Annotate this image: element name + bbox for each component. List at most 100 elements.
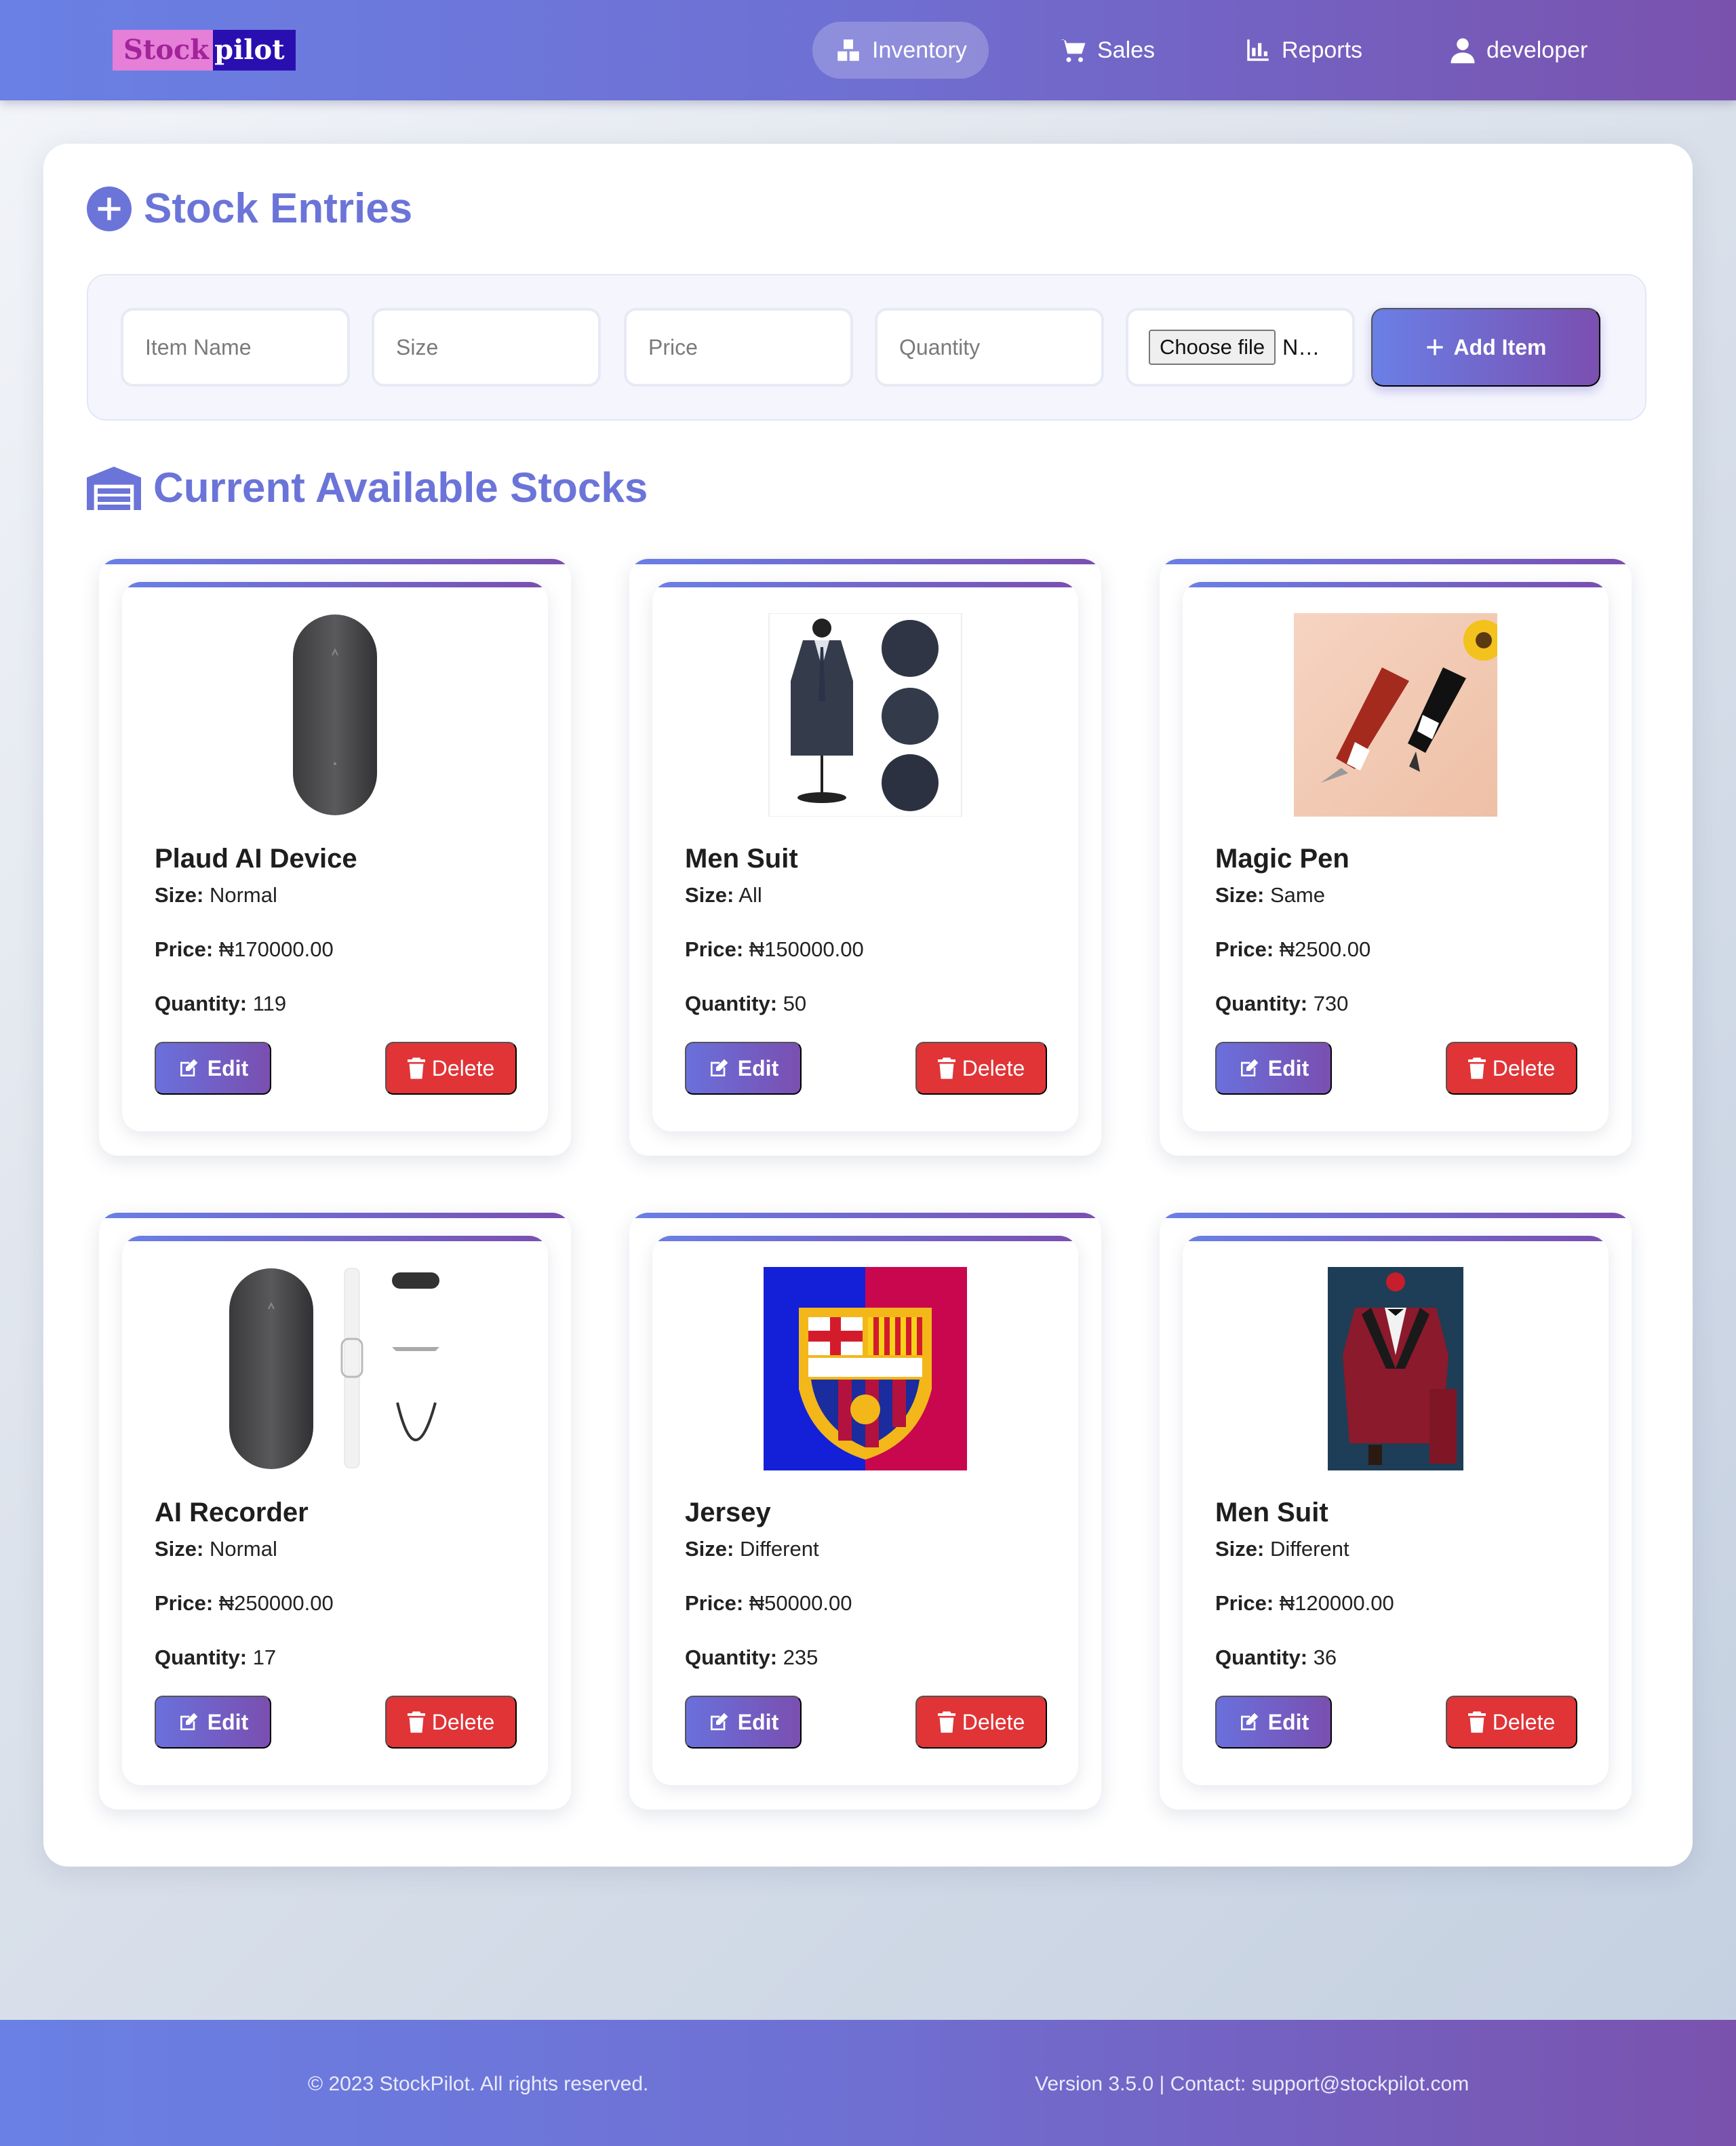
edit-icon — [710, 1713, 728, 1730]
edit-label: Edit — [737, 1709, 779, 1734]
edit-label: Edit — [207, 1709, 249, 1734]
quantity-label: Quantity: — [1215, 992, 1308, 1015]
price-label: Price: — [1215, 937, 1274, 961]
item-name-field[interactable] — [121, 308, 350, 387]
plus-circle-icon — [87, 186, 132, 231]
edit-label: Edit — [737, 1055, 779, 1080]
item-size: Size: Different — [1215, 1537, 1349, 1561]
stock-card: Men Suit Size: All Price: ₦150000.00 Qua… — [629, 559, 1101, 1156]
delete-button[interactable]: Delete — [1446, 1696, 1577, 1749]
stock-card: Men Suit Size: Different Price: ₦120000.… — [1160, 1213, 1632, 1810]
item-quantity: Quantity: 730 — [1215, 992, 1348, 1016]
quantity-input[interactable] — [899, 334, 1080, 360]
nav-reports[interactable]: Reports — [1244, 22, 1362, 79]
price-value: ₦120000.00 — [1279, 1591, 1394, 1615]
item-quantity: Quantity: 119 — [155, 992, 286, 1016]
stock-card: AI Recorder Size: Normal Price: ₦250000.… — [99, 1213, 571, 1810]
footer: © 2023 StockPilot. All rights reserved. … — [0, 2020, 1736, 2146]
footer-copyright: © 2023 StockPilot. All rights reserved. — [308, 2073, 649, 2095]
item-name: Men Suit — [685, 844, 798, 874]
edit-button[interactable]: Edit — [1215, 1696, 1332, 1749]
delete-button[interactable]: Delete — [915, 1696, 1047, 1749]
size-label: Size: — [685, 1537, 734, 1561]
quantity-value: 730 — [1313, 992, 1349, 1015]
delete-label: Delete — [1492, 1055, 1556, 1080]
item-price: Price: ₦2500.00 — [1215, 937, 1370, 962]
quantity-value: 17 — [252, 1645, 277, 1669]
item-price: Price: ₦150000.00 — [685, 937, 864, 962]
current-stocks-heading: Current Available Stocks — [87, 464, 648, 512]
edit-button[interactable]: Edit — [155, 1696, 271, 1749]
size-value: Same — [1269, 883, 1325, 907]
file-field: Choose file N… — [1126, 308, 1355, 387]
stock-card-inner: Men Suit Size: Different Price: ₦120000.… — [1183, 1236, 1609, 1785]
edit-button[interactable]: Edit — [685, 1696, 802, 1749]
item-size: Size: Different — [685, 1537, 819, 1561]
quantity-label: Quantity: — [155, 992, 248, 1015]
price-value: ₦50000.00 — [749, 1591, 852, 1615]
footer-version-contact: Version 3.5.0 | Contact: support@stockpi… — [1035, 2073, 1469, 2095]
trash-icon — [1467, 1711, 1486, 1733]
item-price: Price: ₦250000.00 — [155, 1591, 334, 1616]
size-label: Size: — [155, 1537, 204, 1561]
brand-logo[interactable]: Stock pilot — [113, 30, 296, 71]
item-size: Size: All — [685, 883, 762, 908]
item-name: Magic Pen — [1215, 844, 1349, 874]
size-field[interactable] — [372, 308, 601, 387]
size-input[interactable] — [396, 334, 576, 360]
stock-card-inner: Magic Pen Size: Same Price: ₦2500.00 Qua… — [1183, 582, 1609, 1131]
price-value: ₦170000.00 — [218, 937, 334, 961]
nav-reports-label: Reports — [1282, 37, 1363, 63]
nav-user-label: developer — [1486, 37, 1588, 63]
edit-icon — [1240, 1059, 1259, 1076]
brand-logo-part1: Stock — [113, 30, 214, 71]
size-value: All — [738, 883, 762, 907]
item-price: Price: ₦120000.00 — [1215, 1591, 1394, 1616]
price-label: Price: — [685, 1591, 744, 1615]
boxes-icon — [837, 39, 859, 61]
product-image — [229, 1268, 439, 1469]
size-value: Normal — [209, 883, 277, 907]
delete-button[interactable]: Delete — [385, 1042, 517, 1095]
delete-label: Delete — [962, 1709, 1025, 1734]
item-quantity: Quantity: 50 — [685, 992, 806, 1016]
quantity-field[interactable] — [875, 308, 1104, 387]
nav-user[interactable]: developer — [1448, 22, 1587, 79]
delete-button[interactable]: Delete — [1446, 1042, 1577, 1095]
edit-icon — [180, 1059, 198, 1076]
size-label: Size: — [685, 883, 734, 907]
item-name: AI Recorder — [155, 1498, 309, 1527]
size-label: Size: — [1215, 1537, 1265, 1561]
edit-button[interactable]: Edit — [155, 1042, 271, 1095]
nav-sales[interactable]: Sales — [1059, 22, 1155, 79]
item-size: Size: Same — [1215, 883, 1325, 908]
current-stocks-title: Current Available Stocks — [153, 465, 648, 511]
price-field[interactable] — [624, 308, 853, 387]
chart-bar-icon — [1247, 39, 1269, 61]
item-name: Plaud AI Device — [155, 844, 357, 874]
item-name: Men Suit — [1215, 1498, 1328, 1527]
trash-icon — [937, 1711, 955, 1733]
product-image — [293, 614, 377, 815]
price-label: Price: — [685, 937, 744, 961]
price-input[interactable] — [648, 334, 829, 360]
nav-inventory-label: Inventory — [872, 37, 967, 63]
item-name-input[interactable] — [145, 334, 326, 360]
quantity-value: 119 — [252, 992, 287, 1015]
add-item-button[interactable]: Add Item — [1371, 308, 1600, 387]
choose-file-button[interactable]: Choose file — [1149, 330, 1276, 365]
edit-icon — [1240, 1713, 1259, 1730]
delete-button[interactable]: Delete — [915, 1042, 1047, 1095]
nav-sales-label: Sales — [1097, 37, 1156, 63]
edit-button[interactable]: Edit — [685, 1042, 802, 1095]
price-value: ₦150000.00 — [749, 937, 864, 961]
stock-entry-form: Choose file N… Add Item — [87, 274, 1646, 421]
product-image — [1328, 1267, 1463, 1470]
stock-card: Jersey Size: Different Price: ₦50000.00 … — [629, 1213, 1101, 1810]
delete-button[interactable]: Delete — [385, 1696, 517, 1749]
edit-button[interactable]: Edit — [1215, 1042, 1332, 1095]
nav-inventory[interactable]: Inventory — [812, 22, 989, 79]
delete-label: Delete — [1492, 1709, 1556, 1734]
item-size: Size: Normal — [155, 1537, 277, 1561]
price-value: ₦2500.00 — [1279, 937, 1371, 961]
